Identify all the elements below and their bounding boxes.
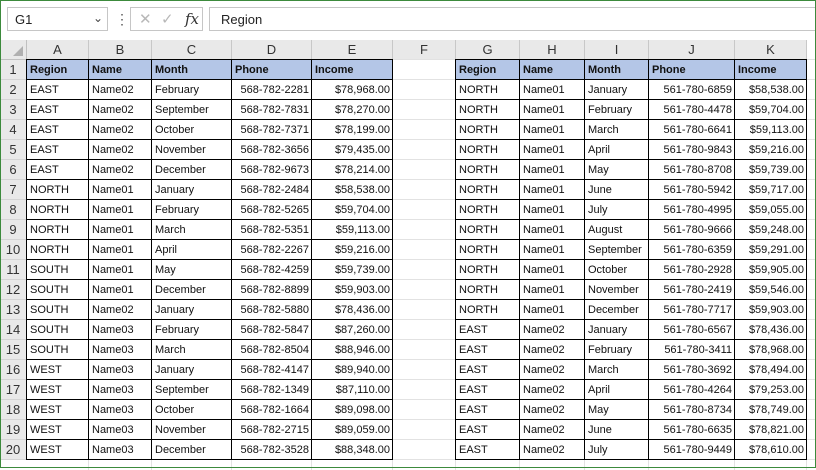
window-frame: [0, 0, 816, 468]
